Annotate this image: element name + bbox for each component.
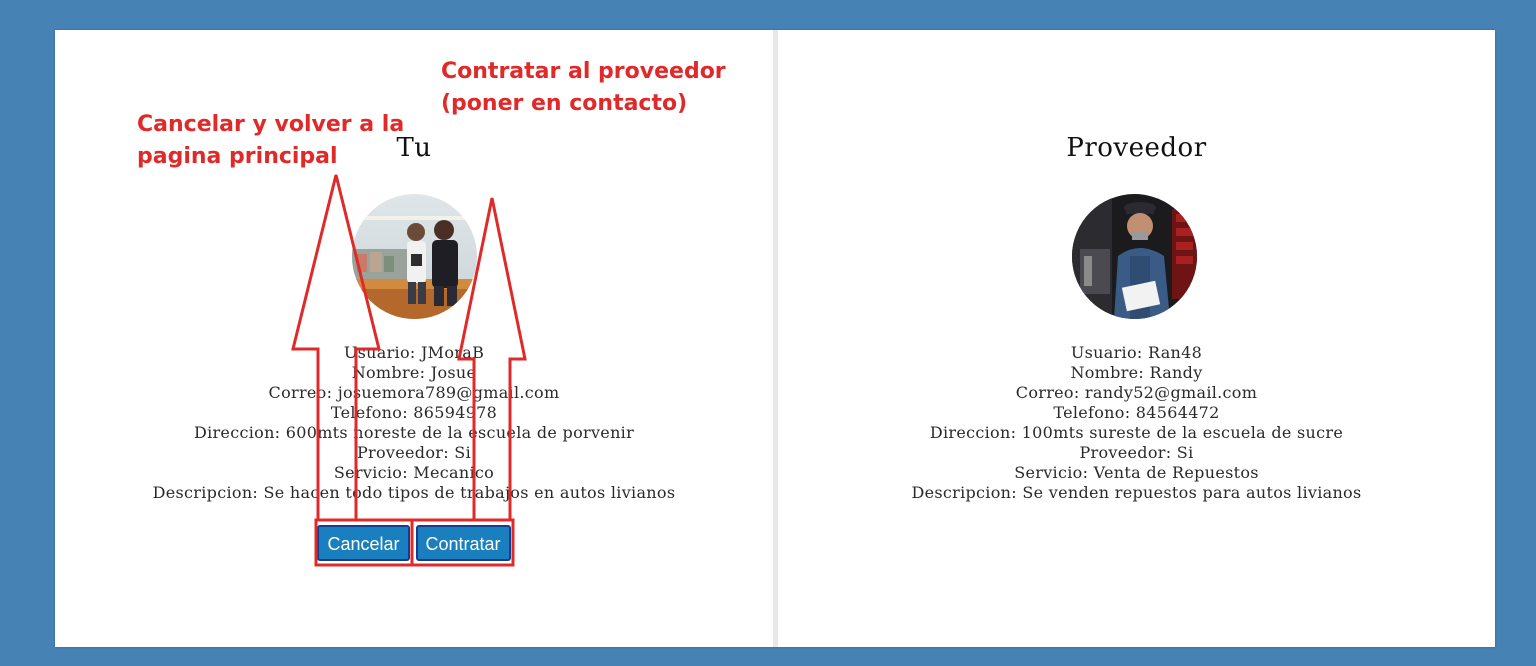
contract-button[interactable]: Contratar — [415, 525, 511, 561]
user-phone: Telefono: 86594978 — [330, 403, 498, 422]
provider-info: Usuario: Ran48 Nombre: Randy Correo: ran… — [778, 343, 1495, 503]
user-email: Correo: josuemora789@gmail.com — [268, 383, 560, 402]
provider-service: Servicio: Venta de Repuestos — [1014, 463, 1259, 482]
cancel-annotation-line-2: pagina principal — [137, 144, 338, 169]
user-provider-flag: Proveedor: Si — [356, 443, 471, 462]
user-description: Descripcion: Se hacen todo tipos de trab… — [152, 483, 676, 502]
user-info: Usuario: JMoraB Nombre: Josue Correo: jo… — [55, 343, 773, 503]
cancel-annotation: Cancelar y volver a la pagina principal — [137, 109, 404, 173]
provider-panel-title: Proveedor — [1066, 133, 1207, 163]
provider-panel: Proveedor Usuario: Ran48 Nombre: Randy C… — [778, 30, 1495, 647]
contract-annotation-line-2: (poner en contacto) — [441, 91, 688, 116]
provider-address: Direccion: 100mts sureste de la escuela … — [929, 423, 1344, 442]
cancel-button[interactable]: Cancelar — [317, 525, 410, 561]
user-photo-image — [352, 194, 477, 319]
provider-avatar — [1072, 194, 1197, 319]
cancel-annotation-line-1: Cancelar y volver a la — [137, 112, 405, 137]
user-service: Servicio: Mecanico — [333, 463, 495, 482]
user-avatar — [352, 194, 477, 319]
provider-username: Usuario: Ran48 — [1070, 343, 1203, 362]
provider-provider-flag: Proveedor: Si — [1079, 443, 1194, 462]
provider-photo-image — [1072, 194, 1197, 319]
action-buttons: Cancelar Contratar — [55, 525, 773, 561]
provider-description: Descripcion: Se venden repuestos para au… — [911, 483, 1362, 502]
provider-email: Correo: randy52@gmail.com — [1015, 383, 1258, 402]
user-name: Nombre: Josue — [351, 363, 477, 382]
provider-phone: Telefono: 84564472 — [1053, 403, 1220, 422]
contract-annotation-line-1: Contratar al proveedor — [441, 59, 726, 84]
user-username: Usuario: JMoraB — [343, 343, 485, 362]
contract-annotation: Contratar al proveedor (poner en contact… — [441, 56, 726, 120]
provider-name: Nombre: Randy — [1070, 363, 1203, 382]
user-address: Direccion: 600mts noreste de la escuela … — [193, 423, 635, 442]
